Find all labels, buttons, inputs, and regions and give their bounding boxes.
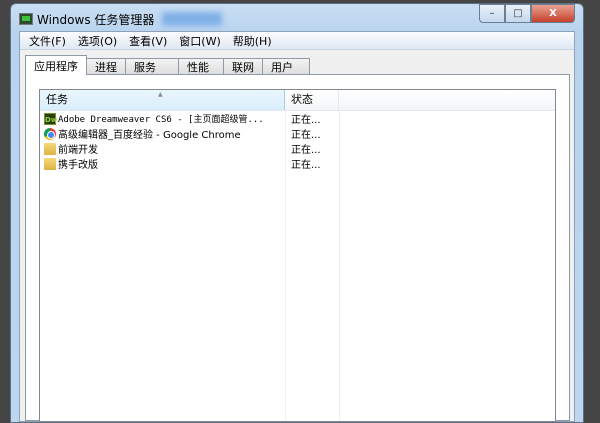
- tab-networking[interactable]: 联网: [223, 58, 263, 75]
- maximize-button[interactable]: □: [505, 4, 531, 23]
- menu-help[interactable]: 帮助(H): [228, 33, 279, 49]
- tab-users[interactable]: 用户: [262, 58, 310, 75]
- task-manager-window: Windows 任务管理器 – □ X 文件(F) 选项(O) 查看(V) 窗口…: [10, 3, 584, 423]
- list-header: ▲ 任务 状态: [40, 90, 555, 111]
- status-text: 正在...: [291, 160, 321, 171]
- close-button[interactable]: X: [531, 4, 575, 23]
- status-text: 正在...: [291, 130, 321, 141]
- list-item[interactable]: Dw Adobe Dreamweaver CS6 - [主页面超级管... 正在.…: [40, 111, 555, 126]
- tab-applications[interactable]: 应用程序: [25, 55, 87, 75]
- folder-icon: [44, 142, 56, 155]
- menu-options[interactable]: 选项(O): [73, 33, 124, 49]
- task-manager-icon: [19, 13, 33, 25]
- dreamweaver-icon: Dw: [44, 112, 57, 125]
- tab-processes[interactable]: 进程: [86, 58, 126, 75]
- list-item[interactable]: 前端开发 正在...: [40, 141, 555, 156]
- menu-window[interactable]: 窗口(W): [174, 33, 227, 49]
- status-text: 正在...: [291, 115, 321, 126]
- status-text: 正在...: [291, 145, 321, 156]
- menu-bar: 文件(F) 选项(O) 查看(V) 窗口(W) 帮助(H): [20, 32, 574, 50]
- menu-file[interactable]: 文件(F): [24, 33, 73, 49]
- tab-services[interactable]: 服务: [125, 58, 179, 75]
- column-header-status[interactable]: 状态: [285, 90, 339, 110]
- sort-arrow-icon: ▲: [158, 91, 163, 98]
- blurred-region: [162, 12, 223, 26]
- client-area: 文件(F) 选项(O) 查看(V) 窗口(W) 帮助(H) 应用程序 进程 服务…: [19, 31, 575, 422]
- title-bar: Windows 任务管理器: [19, 9, 223, 29]
- chrome-icon: [44, 127, 56, 140]
- window-title: Windows 任务管理器: [37, 12, 155, 27]
- tab-panel: ▲ 任务 状态 Dw Adobe Dreamweaver CS6 - [主页面超级管…: [25, 74, 570, 422]
- column-header-task[interactable]: ▲ 任务: [40, 90, 285, 110]
- task-list[interactable]: ▲ 任务 状态 Dw Adobe Dreamweaver CS6 - [主页面超级管…: [39, 89, 556, 422]
- minimize-button[interactable]: –: [479, 4, 505, 23]
- tab-performance[interactable]: 性能: [178, 58, 224, 75]
- list-item[interactable]: 高级编辑器_百度经验 - Google Chrome 正在...: [40, 126, 555, 141]
- tab-bar: 应用程序 进程 服务 性能 联网 用户: [25, 55, 310, 75]
- list-item[interactable]: 携手改版 正在...: [40, 156, 555, 171]
- folder-icon: [44, 157, 56, 170]
- menu-view[interactable]: 查看(V): [124, 33, 174, 49]
